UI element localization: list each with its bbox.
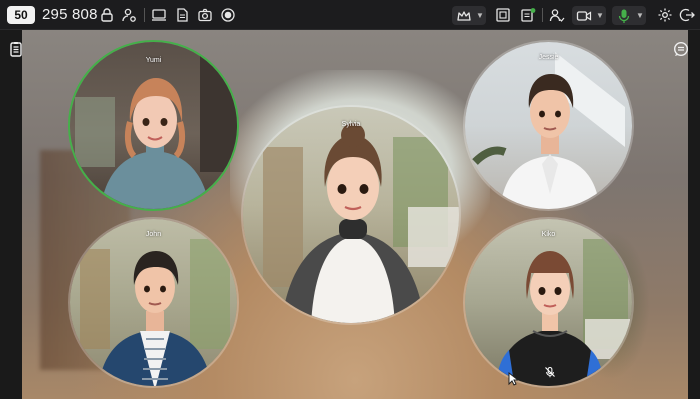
host-role-dropdown[interactable]: ▼ <box>452 6 486 25</box>
leave-icon[interactable] <box>678 0 696 30</box>
notes-panel-icon <box>8 41 24 57</box>
participants-icon[interactable] <box>548 0 566 30</box>
chat-panel-button[interactable] <box>671 38 691 60</box>
crown-icon <box>456 8 472 24</box>
camera-icon[interactable] <box>196 0 214 30</box>
chat-bubble-icon <box>673 41 689 57</box>
layout-icon[interactable] <box>494 0 512 30</box>
video-dropdown[interactable]: ▼ <box>572 6 606 25</box>
notes-panel-button[interactable] <box>6 38 26 60</box>
settings-icon[interactable] <box>656 0 674 30</box>
participant-tile-kiko[interactable]: Kiko <box>463 217 634 388</box>
stage-right-border <box>688 30 700 399</box>
participant-name: Kiko <box>541 231 556 238</box>
users-settings-icon[interactable] <box>120 0 138 30</box>
video-icon <box>576 8 592 24</box>
microphone-icon <box>616 8 632 24</box>
chevron-down-icon: ▼ <box>476 10 484 20</box>
participant-name: Yumi <box>145 57 162 64</box>
record-icon[interactable] <box>219 0 237 30</box>
participant-tile-yumi[interactable]: Yumi <box>68 40 239 211</box>
participant-tile-sylvia[interactable]: Sylvia <box>241 105 461 325</box>
lock-icon[interactable] <box>98 0 116 30</box>
avatar <box>70 42 237 209</box>
mouse-pointer-icon <box>508 371 520 386</box>
room-id: 295 808 <box>42 6 98 23</box>
participant-tile-jessie[interactable]: Jessie <box>463 40 634 211</box>
microphone-dropdown[interactable]: ▼ <box>612 6 646 25</box>
chevron-down-icon: ▼ <box>596 10 604 20</box>
participant-tile-john[interactable]: John <box>68 217 239 388</box>
participant-name: Sylvia <box>341 121 361 128</box>
screen-share-icon[interactable] <box>150 0 168 30</box>
participant-name: John <box>145 231 162 238</box>
stage-left-border <box>0 30 22 399</box>
avatar <box>243 107 459 323</box>
avatar <box>465 219 632 386</box>
toolbar-divider <box>542 8 543 22</box>
top-toolbar: 50 295 808 ▼ ▼ ▼ <box>0 0 700 30</box>
meeting-stage: Yumi Jessie Sylvia John Kiko <box>0 30 700 399</box>
toolbar-divider <box>144 8 145 22</box>
participant-count-badge: 50 <box>7 6 35 24</box>
participant-name: Jessie <box>538 54 559 61</box>
avatar <box>465 42 632 209</box>
mic-off-icon <box>542 366 558 378</box>
chat-notes-icon[interactable] <box>518 0 538 30</box>
document-icon[interactable] <box>173 0 191 30</box>
avatar <box>70 219 237 386</box>
chevron-down-icon: ▼ <box>636 10 644 20</box>
